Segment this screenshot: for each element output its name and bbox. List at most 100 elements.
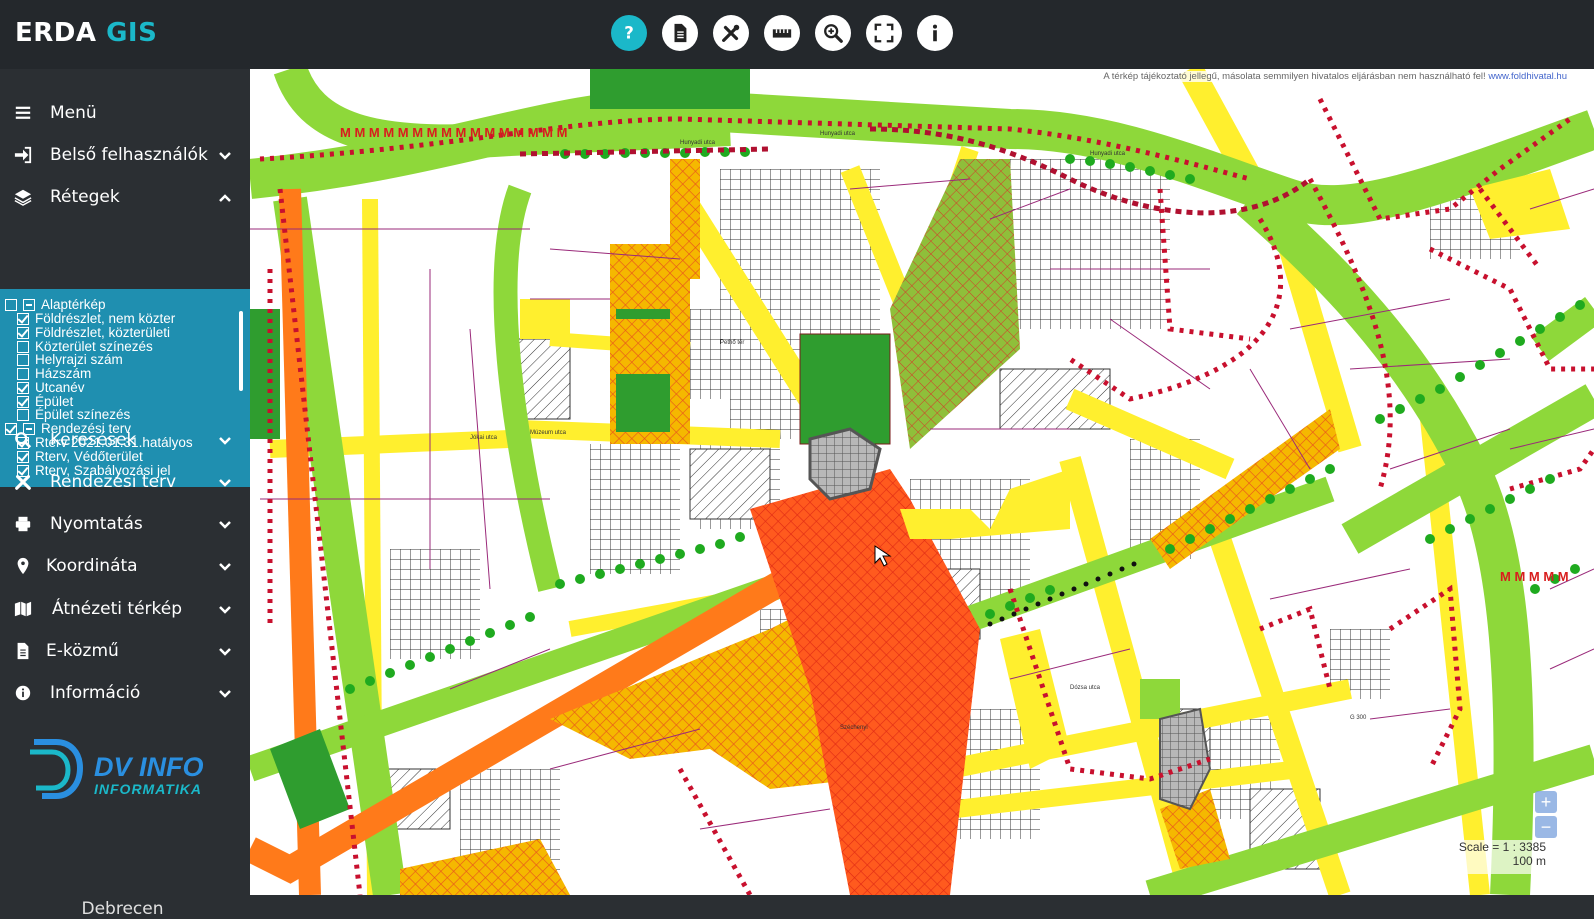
info-button[interactable] xyxy=(917,15,953,51)
top-bar: ERDA GIS ? xyxy=(0,0,1594,69)
layer-label: Házszám xyxy=(35,366,92,381)
layer-label: Alaptérkép xyxy=(41,297,106,312)
sign-in-icon xyxy=(13,145,33,165)
sidebar-item-retegek[interactable]: Rétegek xyxy=(0,176,250,218)
svg-text:?: ? xyxy=(624,24,634,43)
layer-item[interactable]: Földrészlet, nem közter xyxy=(17,312,175,326)
chevron-down-icon xyxy=(218,433,232,447)
layer-checkbox[interactable] xyxy=(5,299,17,311)
sidebar-item-label: Belső felhasználók xyxy=(50,145,208,165)
layer-label: Helyrajzi szám xyxy=(35,352,123,367)
layer-label: Földrészlet, közterületi xyxy=(35,325,171,340)
svg-text:Hunyadi utca: Hunyadi utca xyxy=(680,140,716,146)
layer-checkbox[interactable] xyxy=(17,341,29,353)
svg-text:Jókai utca: Jókai utca xyxy=(470,435,498,441)
tools-button[interactable] xyxy=(713,15,749,51)
dv-info-logo: DV INFO INFORMATIKA xyxy=(30,739,204,799)
sidebar-item-label: Átnézeti térkép xyxy=(52,599,183,619)
menu-label: Menü xyxy=(50,103,97,123)
map-marker-icon xyxy=(13,556,33,576)
fullscreen-button[interactable] xyxy=(866,15,902,51)
svg-text:Múzeum utca: Múzeum utca xyxy=(530,430,567,436)
chevron-down-icon xyxy=(218,686,232,700)
sidebar-item-label: E-közmű xyxy=(46,641,119,661)
zoom-button[interactable] xyxy=(815,15,851,51)
sidebar-item-label: Rétegek xyxy=(50,187,120,207)
sidebar-item-rendezesi-terv[interactable]: Rendezési terv xyxy=(0,461,250,503)
info-icon xyxy=(932,24,938,42)
measure-button[interactable] xyxy=(764,15,800,51)
info-circle-icon xyxy=(13,683,33,703)
chevron-down-icon xyxy=(218,644,232,658)
layer-item[interactable]: Helyrajzi szám xyxy=(17,353,123,367)
print-icon xyxy=(13,514,33,534)
help-icon: ? xyxy=(624,24,634,43)
layer-label: Földrészlet, nem közter xyxy=(35,311,176,326)
chevron-up-icon xyxy=(218,190,232,204)
brand-accent: GIS xyxy=(106,18,158,48)
layer-checkbox[interactable] xyxy=(17,368,29,380)
layer-checkbox[interactable] xyxy=(17,327,29,339)
document-button[interactable] xyxy=(662,15,698,51)
city-name: Debrecen xyxy=(81,899,164,919)
layer-checkbox[interactable] xyxy=(17,382,29,394)
brand-main: ERDA xyxy=(15,18,97,48)
svg-text:G 300: G 300 xyxy=(1350,715,1367,721)
hamburger-icon xyxy=(13,103,33,123)
sidebar-item-label: Keresések xyxy=(50,430,137,450)
svg-text:INFORMATIKA: INFORMATIKA xyxy=(94,781,202,797)
chevron-down-icon xyxy=(218,475,232,489)
svg-text:Hunyadi utca: Hunyadi utca xyxy=(1090,151,1126,157)
scale-bar-label: 100 m xyxy=(1512,854,1546,868)
svg-text:M M M M M: M M M M M xyxy=(1500,569,1569,584)
layer-item[interactable]: Házszám xyxy=(17,367,91,381)
menu-toggle[interactable]: Menü xyxy=(0,92,250,134)
sidebar-item-belso-felhasznalok[interactable]: Belső felhasználók xyxy=(0,134,250,176)
svg-text:M M M M M M M M M M M M M M M: M M M M M M M M M M M M M M M M xyxy=(340,125,567,140)
sidebar-item-e-kozmu[interactable]: E-közmű xyxy=(0,630,250,672)
svg-text:DV INFO: DV INFO xyxy=(94,752,204,782)
map-disclaimer: A térkép tájékoztató jellegű, másolata s… xyxy=(1103,71,1567,82)
app-logo: ERDA GIS xyxy=(15,18,157,48)
chevron-down-icon xyxy=(218,148,232,162)
sidebar-item-label: Információ xyxy=(50,683,141,703)
svg-text:Dózsa utca: Dózsa utca xyxy=(1070,685,1101,691)
layer-checkbox[interactable] xyxy=(17,354,29,366)
help-button[interactable]: ? xyxy=(611,15,647,51)
chevron-down-icon xyxy=(218,559,232,573)
layer-item[interactable]: Földrészlet, közterületi xyxy=(17,326,170,340)
chevron-down-icon xyxy=(218,517,232,531)
sidebar-item-koordinata[interactable]: Koordináta xyxy=(0,545,250,587)
scale-indicator: Scale = 1 : 3385 100 m xyxy=(1438,840,1556,874)
zoom-out-button[interactable]: − xyxy=(1535,816,1557,838)
map-icon xyxy=(13,599,33,619)
sidebar-item-nyomtatas[interactable]: Nyomtatás xyxy=(0,503,250,545)
layers-scrollbar[interactable] xyxy=(239,311,243,391)
zoom-in-button[interactable]: + xyxy=(1535,791,1557,813)
svg-text:Széchenyi: Széchenyi xyxy=(840,725,868,731)
sidebar-item-label: Rendezési terv xyxy=(50,472,177,492)
layer-label: Utcanév xyxy=(35,380,85,395)
ruler-icon xyxy=(772,29,792,38)
layer-group-alapterkep[interactable]: Alaptérkép xyxy=(5,298,106,312)
fullscreen-icon xyxy=(874,23,894,43)
scale-text: Scale = 1 : 3385 xyxy=(1458,840,1546,854)
map-rendering[interactable]: M M M M M M M M M M M M M M M M M M M M … xyxy=(250,69,1594,895)
file-icon xyxy=(13,641,33,661)
sidebar-item-atnezeti-terkep[interactable]: Átnézeti térkép xyxy=(0,588,250,630)
svg-text:Pethő tér: Pethő tér xyxy=(720,340,744,346)
layer-checkbox[interactable] xyxy=(17,396,29,408)
document-icon xyxy=(674,23,687,43)
layer-checkbox[interactable] xyxy=(17,313,29,325)
search-icon xyxy=(13,430,33,450)
collapse-icon[interactable] xyxy=(23,299,35,311)
tools-icon xyxy=(13,472,33,492)
disclaimer-link[interactable]: www.foldhivatal.hu xyxy=(1488,71,1567,82)
sidebar-item-keresesek[interactable]: Keresések xyxy=(0,419,250,461)
layers-icon xyxy=(13,187,33,207)
sidebar-item-informacio[interactable]: Információ xyxy=(0,672,250,714)
map-canvas[interactable]: M M M M M M M M M M M M M M M M M M M M … xyxy=(250,69,1594,895)
layer-item[interactable]: Utcanév xyxy=(17,381,85,395)
disclaimer-text: A térkép tájékoztató jellegű, másolata s… xyxy=(1103,71,1486,82)
zoom-icon xyxy=(824,24,843,43)
